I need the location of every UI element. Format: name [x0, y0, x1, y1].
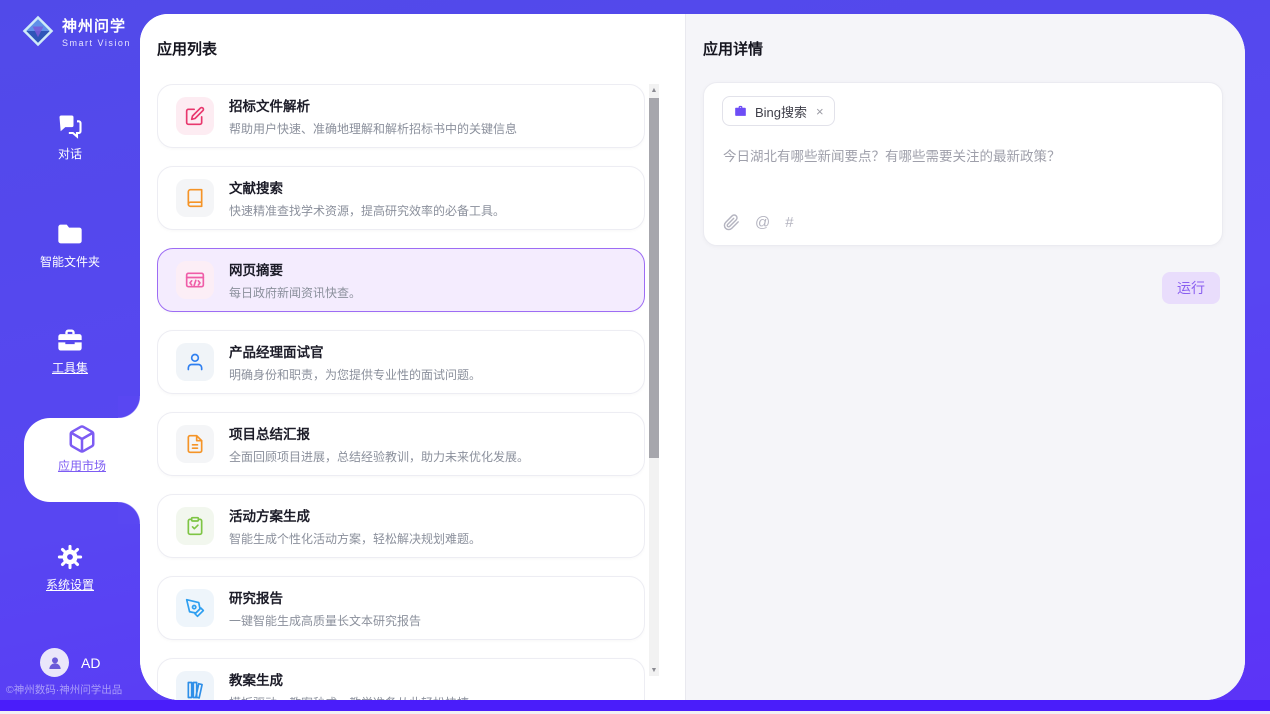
app-card-desc: 明确身份和职责，为您提供专业性的面试问题。	[229, 366, 481, 383]
sidebar-item-label: 对话	[0, 145, 140, 162]
sidebar-item-label: 系统设置	[0, 576, 140, 593]
sidebar: 神州问学 Smart Vision 对话 智能文件夹 工具集	[0, 0, 140, 714]
chat-icon	[56, 112, 84, 140]
app-detail-title: 应用详情	[703, 38, 763, 59]
run-button[interactable]: 运行	[1162, 272, 1220, 304]
brand-name: 神州问学	[62, 15, 131, 36]
hash-icon[interactable]: #	[785, 214, 793, 231]
chip-close-icon[interactable]: ×	[816, 104, 824, 119]
app-card-pm-interviewer[interactable]: 产品经理面试官 明确身份和职责，为您提供专业性的面试问题。	[157, 330, 645, 394]
sidebar-item-toolset[interactable]: 工具集	[0, 326, 140, 376]
app-card-list: 招标文件解析 帮助用户快速、准确地理解和解析招标书中的关键信息 文献搜索 快速精…	[157, 84, 645, 700]
app-card-title: 活动方案生成	[229, 505, 481, 525]
app-card-lesson-plan[interactable]: 教案生成 模板驱动，教案秒成，教学准备从此轻松快捷	[157, 658, 645, 700]
scroll-up-arrow-icon[interactable]: ▲	[649, 84, 659, 96]
app-card-title: 教案生成	[229, 669, 469, 689]
avatar	[40, 648, 69, 677]
app-card-title: 网页摘要	[229, 259, 361, 279]
bubble-notch-top	[118, 396, 140, 418]
tool-chip-label: Bing搜索	[755, 102, 807, 121]
book-icon	[176, 179, 214, 217]
brand-logo: 神州问学 Smart Vision	[20, 13, 131, 49]
interviewer-icon	[176, 343, 214, 381]
app-card-bid-parse[interactable]: 招标文件解析 帮助用户快速、准确地理解和解析招标书中的关键信息	[157, 84, 645, 148]
attachment-icon[interactable]	[723, 214, 740, 231]
diamond-logo-icon	[20, 13, 56, 49]
sidebar-item-settings[interactable]: 系统设置	[0, 543, 140, 593]
app-list-panel: 应用列表 招标文件解析 帮助用户快速、准确地理解和解析招标书中的关键信息	[140, 14, 685, 700]
app-card-literature-search[interactable]: 文献搜索 快速精准查找学术资源，提高研究效率的必备工具。	[157, 166, 645, 230]
app-card-title: 研究报告	[229, 587, 421, 607]
app-card-desc: 全面回顾项目进展，总结经验教训，助力未来优化发展。	[229, 448, 529, 465]
input-toolbar: @ #	[723, 214, 794, 231]
app-card-research-report[interactable]: 研究报告 一键智能生成高质量长文本研究报告	[157, 576, 645, 640]
app-card-web-summary[interactable]: 网页摘要 每日政府新闻资讯快查。	[157, 248, 645, 312]
cube-icon	[67, 424, 97, 454]
app-card-desc: 一键智能生成高质量长文本研究报告	[229, 612, 421, 629]
app-card-desc: 帮助用户快速、准确地理解和解析招标书中的关键信息	[229, 120, 517, 137]
app-card-title: 招标文件解析	[229, 95, 517, 115]
app-window: 神州问学 Smart Vision 对话 智能文件夹 工具集	[0, 0, 1270, 714]
sidebar-item-label: 智能文件夹	[0, 253, 140, 270]
sidebar-item-smart-folders[interactable]: 智能文件夹	[0, 220, 140, 270]
scroll-down-arrow-icon[interactable]: ▼	[649, 664, 659, 676]
sidebar-item-chat[interactable]: 对话	[0, 112, 140, 162]
app-card-desc: 智能生成个性化活动方案，轻松解决规划难题。	[229, 530, 481, 547]
edit-document-icon	[176, 97, 214, 135]
note-icon	[176, 425, 214, 463]
sidebar-item-label: 工具集	[0, 359, 140, 376]
toolbox-icon	[56, 326, 84, 354]
scrollbar-thumb[interactable]	[649, 98, 659, 458]
app-detail-panel: 应用详情 Bing搜索 × 今日湖北有哪些新闻要点？有哪些需要关注的最新政策？ …	[685, 14, 1245, 700]
clipboard-check-icon	[176, 507, 214, 545]
list-scrollbar[interactable]: ▲ ▼	[649, 84, 659, 676]
mention-icon[interactable]: @	[755, 214, 770, 231]
sidebar-item-app-market[interactable]: 应用市场	[24, 424, 140, 474]
browser-code-icon	[176, 261, 214, 299]
gear-icon	[56, 543, 84, 571]
app-card-title: 项目总结汇报	[229, 423, 529, 443]
app-list-title: 应用列表	[157, 38, 217, 59]
brand-tagline: Smart Vision	[62, 38, 131, 48]
prompt-card: Bing搜索 × 今日湖北有哪些新闻要点？有哪些需要关注的最新政策？ @ #	[703, 82, 1223, 246]
bottom-accent-bar	[0, 700, 1270, 711]
tool-chip-bing-search[interactable]: Bing搜索 ×	[722, 96, 835, 126]
user-account[interactable]: AD	[40, 648, 100, 677]
user-initials: AD	[81, 655, 100, 671]
app-card-desc: 快速精准查找学术资源，提高研究效率的必备工具。	[229, 202, 505, 219]
books-icon	[176, 671, 214, 700]
app-card-project-summary[interactable]: 项目总结汇报 全面回顾项目进展，总结经验教训，助力未来优化发展。	[157, 412, 645, 476]
bubble-notch-bottom	[118, 502, 140, 524]
app-card-desc: 每日政府新闻资讯快查。	[229, 284, 361, 301]
query-text[interactable]: 今日湖北有哪些新闻要点？有哪些需要关注的最新政策？	[723, 147, 1203, 167]
folder-icon	[56, 220, 84, 248]
copyright-text: ©神州数码·神州问学出品	[6, 682, 140, 697]
briefcase-icon	[733, 104, 748, 119]
app-card-title: 产品经理面试官	[229, 341, 481, 361]
content-surface: 应用列表 招标文件解析 帮助用户快速、准确地理解和解析招标书中的关键信息	[140, 14, 1245, 700]
sidebar-item-label: 应用市场	[24, 457, 140, 474]
ink-pen-icon	[176, 589, 214, 627]
app-card-title: 文献搜索	[229, 177, 505, 197]
person-icon	[46, 654, 64, 672]
app-card-event-plan[interactable]: 活动方案生成 智能生成个性化活动方案，轻松解决规划难题。	[157, 494, 645, 558]
